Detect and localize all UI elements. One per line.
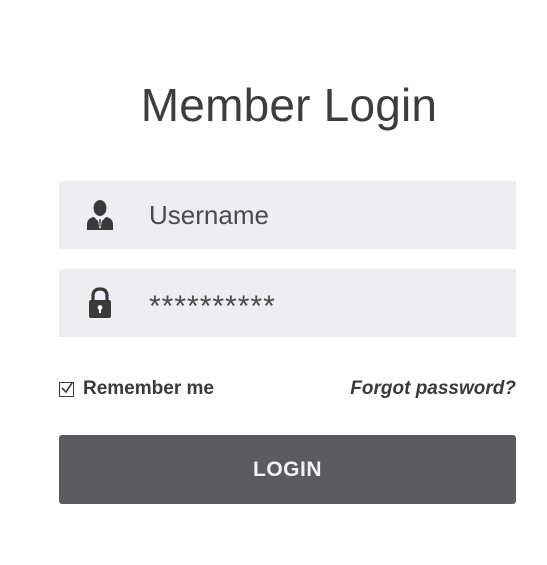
remember-me[interactable]: Remember me	[59, 378, 214, 400]
username-placeholder: Username	[149, 199, 269, 230]
password-value: **********	[149, 290, 276, 323]
user-icon	[86, 199, 114, 231]
username-field[interactable]: Username	[59, 181, 516, 249]
checkmark-icon	[61, 382, 73, 393]
remember-label: Remember me	[83, 378, 214, 399]
login-button-label: LOGIN	[253, 457, 322, 481]
forgot-password-link[interactable]: Forgot password?	[350, 378, 516, 400]
login-button[interactable]: LOGIN	[59, 435, 516, 504]
password-field[interactable]: **********	[59, 269, 516, 337]
page-title: Member Login	[140, 79, 438, 131]
lock-icon	[86, 287, 114, 319]
remember-checkbox[interactable]	[59, 381, 74, 397]
